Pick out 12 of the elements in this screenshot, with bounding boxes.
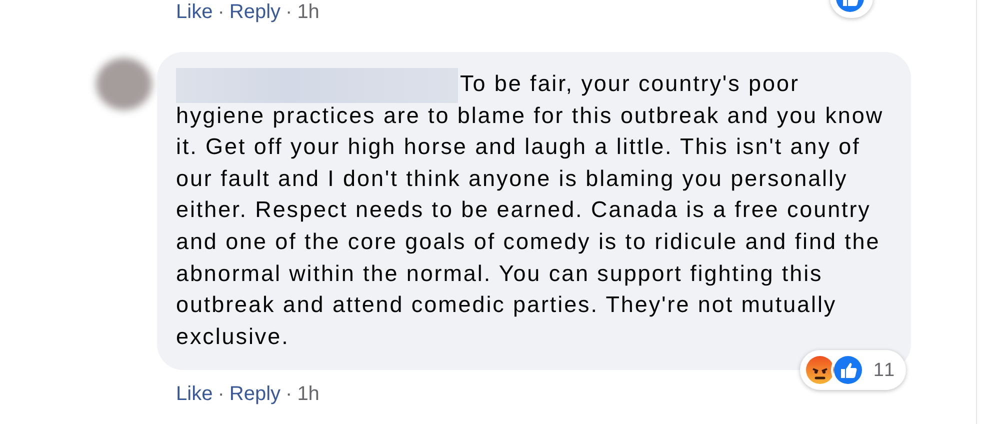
like-link[interactable]: Like [176,382,213,406]
separator: · [218,0,224,24]
separator: · [286,382,292,406]
timestamp-link[interactable]: 1h [297,0,320,24]
timestamp-link[interactable]: 1h [297,382,320,406]
reply-link[interactable]: Reply [229,0,281,24]
avatar[interactable] [96,58,152,110]
separator: · [218,382,224,406]
reaction-count-badge[interactable]: 11 [800,350,906,390]
reply-link[interactable]: Reply [229,382,281,406]
like-link[interactable]: Like [176,0,213,24]
separator: · [286,0,292,24]
